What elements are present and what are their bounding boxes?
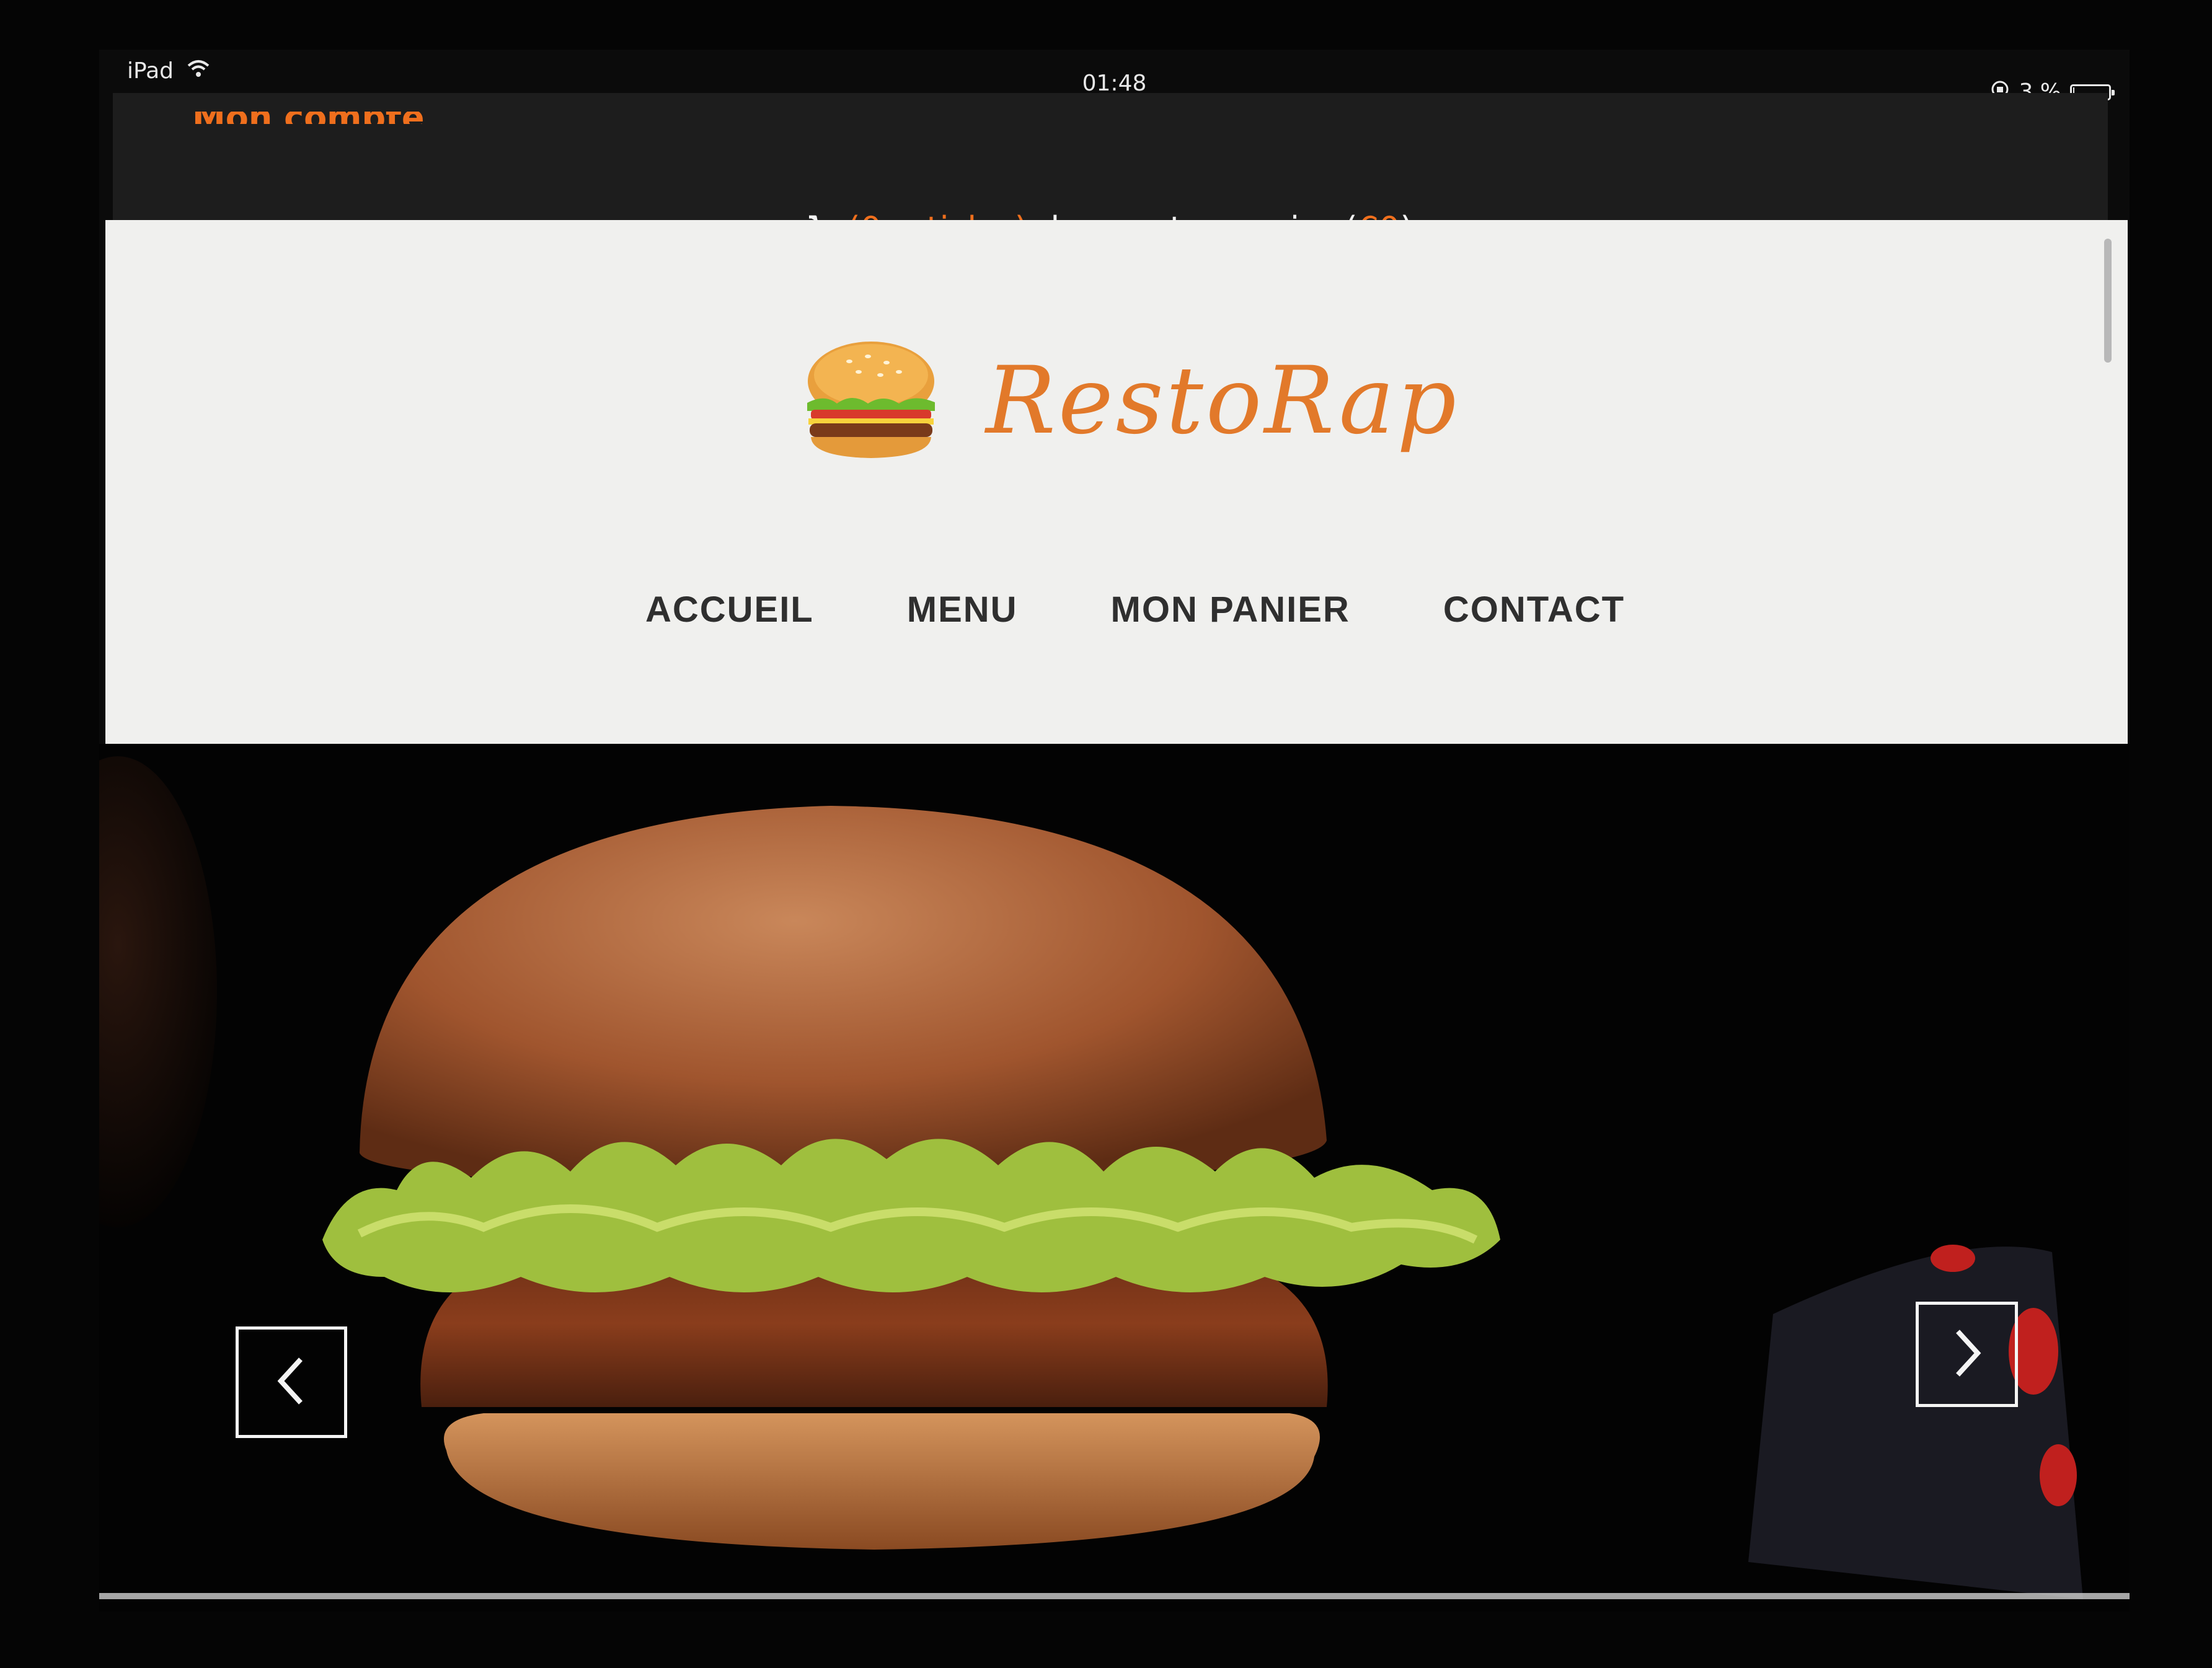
slider-next-button[interactable] (1916, 1302, 2018, 1407)
chevron-right-icon (1945, 1325, 1989, 1383)
clock: 01:48 (1082, 71, 1147, 96)
hero-slider (99, 744, 2130, 1612)
burger-logo-icon (800, 338, 942, 464)
chevron-left-icon (270, 1353, 313, 1411)
nav-item-mon-panier[interactable]: MON PANIER (1111, 589, 1350, 630)
nav-item-contact[interactable]: CONTACT (1443, 589, 1625, 630)
scrollbar[interactable] (2104, 239, 2112, 363)
site-header: RestoRap ACCUEIL MENU MON PANIER CONTACT (105, 220, 2128, 744)
ipad-screen: iPad 01:48 3 % Mon compte (99, 50, 2130, 1612)
burger-photo (99, 756, 2083, 1599)
account-link[interactable]: Mon compte (192, 112, 425, 124)
slide-edge (99, 1593, 2130, 1599)
top-bar: Mon compte (0 articles) dans votre panie… (113, 93, 2108, 249)
status-bar: iPad 01:48 3 % (99, 50, 2130, 105)
brand-name: RestoRap (986, 347, 1459, 455)
main-nav: ACCUEIL MENU MON PANIER CONTACT (105, 589, 2128, 630)
slider-prev-button[interactable] (236, 1326, 347, 1438)
site-logo[interactable]: RestoRap (800, 338, 1459, 464)
nav-item-menu[interactable]: MENU (907, 589, 1018, 630)
nav-item-accueil[interactable]: ACCUEIL (645, 589, 814, 630)
